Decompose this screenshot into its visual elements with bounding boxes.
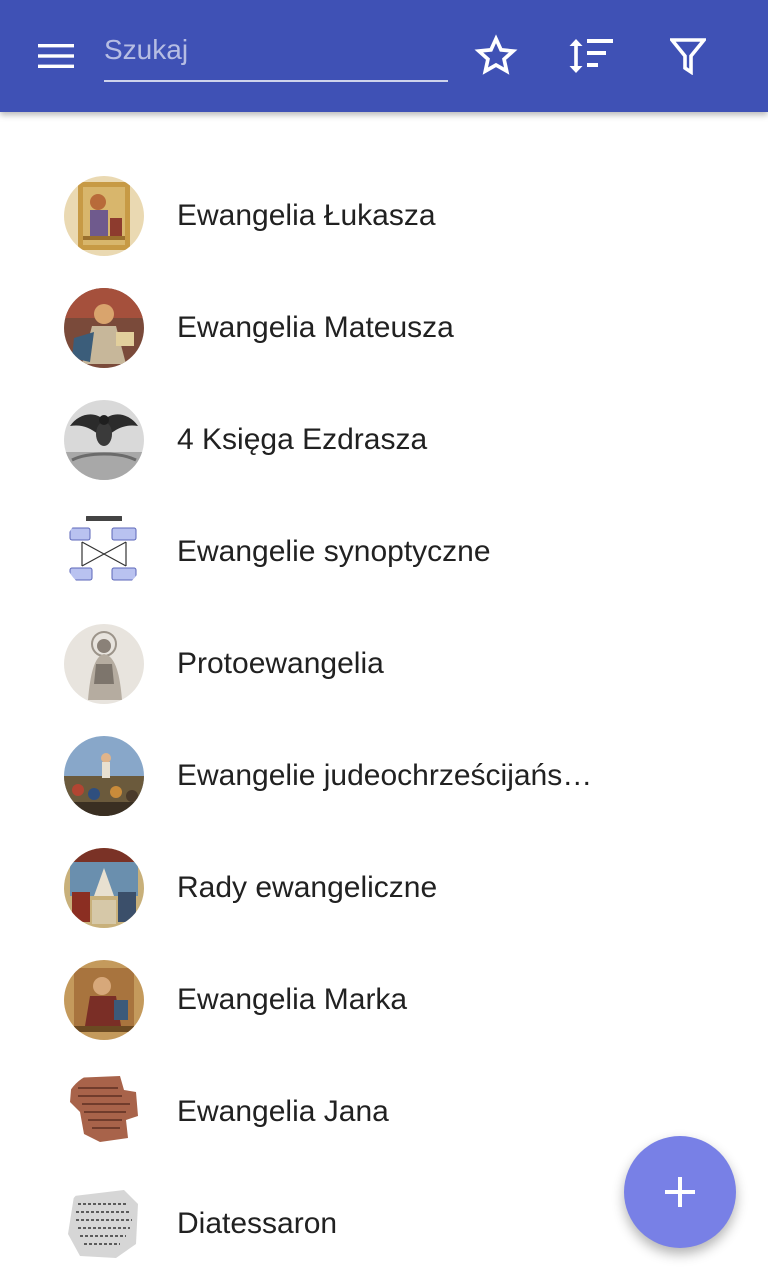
sort-button[interactable] xyxy=(563,28,619,84)
search-input[interactable] xyxy=(104,24,448,76)
menu-button[interactable] xyxy=(24,32,88,80)
hamburger-menu-icon xyxy=(38,44,74,68)
list-item-label: Ewangelia Marka xyxy=(177,983,408,1016)
list-item-label: 4 Księga Ezdrasza xyxy=(177,423,428,456)
star-outline-icon xyxy=(474,34,518,75)
list-item-label: Protoewangelia xyxy=(177,647,384,680)
diagram-thumbnail xyxy=(64,512,144,592)
gospel-list: Ewangelia Łukasza Ewangelia Mateusza 4 K… xyxy=(0,160,768,1280)
list-item[interactable]: Ewangelia Marka xyxy=(0,944,768,1056)
list-item-label: Ewangelie judeochrześcijańskie xyxy=(177,759,597,792)
plus-icon xyxy=(665,1177,695,1207)
list-item-label: Ewangelia Mateusza xyxy=(177,311,454,344)
app-bar xyxy=(0,0,768,112)
fresco-thumbnail xyxy=(64,848,144,928)
papyrus-thumbnail xyxy=(64,1072,144,1152)
illuminated-manuscript-thumbnail xyxy=(64,288,144,368)
list-item[interactable]: Ewangelia Łukasza xyxy=(0,160,768,272)
engraving-thumbnail xyxy=(64,624,144,704)
list-item-label: Ewangelia Łukasza xyxy=(177,199,436,232)
list-item-label: Ewangelia Jana xyxy=(177,1095,389,1128)
list-item[interactable]: Ewangelie judeochrześcijańskie xyxy=(0,720,768,832)
search-field xyxy=(104,24,448,82)
list-item[interactable]: Ewangelia Mateusza xyxy=(0,272,768,384)
favorites-button[interactable] xyxy=(468,28,524,84)
list-item-label: Rady ewangeliczne xyxy=(177,871,438,904)
filter-icon xyxy=(670,38,706,75)
manuscript-fragment-thumbnail xyxy=(64,1184,144,1264)
sort-icon xyxy=(569,39,613,73)
list-item[interactable]: 4 Księga Ezdrasza xyxy=(0,384,768,496)
list-item[interactable]: Protoewangelia xyxy=(0,608,768,720)
painting-thumbnail xyxy=(64,736,144,816)
engraving-thumbnail xyxy=(64,400,144,480)
list-item-label: Diatessaron xyxy=(177,1207,338,1240)
add-button[interactable] xyxy=(624,1136,736,1248)
illuminated-manuscript-thumbnail xyxy=(64,960,144,1040)
list-item[interactable]: Ewangelie synoptyczne xyxy=(0,496,768,608)
illuminated-manuscript-thumbnail xyxy=(64,176,144,256)
list-item-label: Ewangelie synoptyczne xyxy=(177,535,491,568)
filter-button[interactable] xyxy=(660,28,716,84)
list-item[interactable]: Rady ewangeliczne xyxy=(0,832,768,944)
